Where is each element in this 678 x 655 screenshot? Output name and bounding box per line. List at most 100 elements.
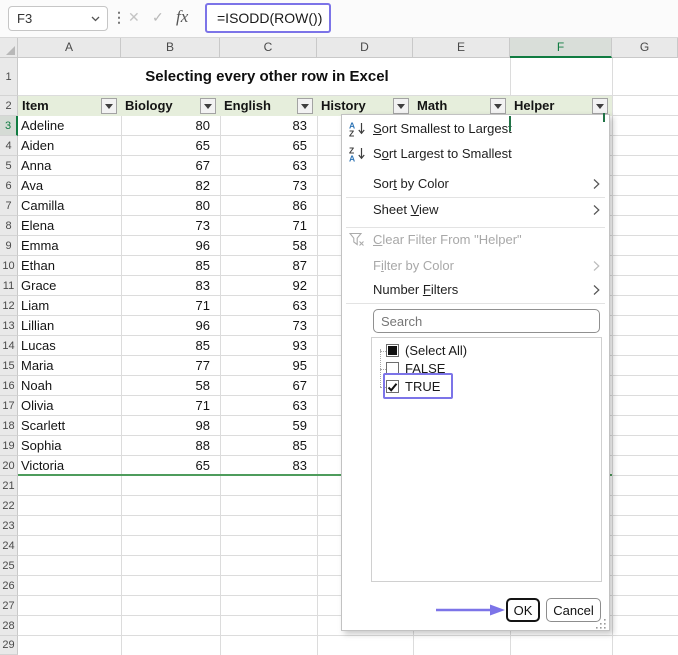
cell-A16[interactable]: Noah xyxy=(18,376,121,396)
row-header-8[interactable]: 8 xyxy=(0,216,18,236)
cell-A17[interactable]: Olivia xyxy=(18,396,121,416)
cell-C20[interactable]: 83 xyxy=(220,456,317,476)
cell-B20[interactable]: 65 xyxy=(121,456,220,476)
cell-A4[interactable]: Aiden xyxy=(18,136,121,156)
cell-C14[interactable]: 93 xyxy=(220,336,317,356)
row-header-20[interactable]: 20 xyxy=(0,456,18,476)
row-header-5[interactable]: 5 xyxy=(0,156,18,176)
row-header-2[interactable]: 2 xyxy=(0,96,18,116)
row-header-17[interactable]: 17 xyxy=(0,396,18,416)
cell-B17[interactable]: 71 xyxy=(121,396,220,416)
cell-A19[interactable]: Sophia xyxy=(18,436,121,456)
cell-A14[interactable]: Lucas xyxy=(18,336,121,356)
cell-B19[interactable]: 88 xyxy=(121,436,220,456)
cell-B13[interactable]: 96 xyxy=(121,316,220,336)
filter-button-biology[interactable] xyxy=(200,98,216,114)
cell-B12[interactable]: 71 xyxy=(121,296,220,316)
column-header-G[interactable]: G xyxy=(612,38,678,58)
cell-B9[interactable]: 96 xyxy=(121,236,220,256)
row-header-22[interactable]: 22 xyxy=(0,496,18,516)
cell-B8[interactable]: 73 xyxy=(121,216,220,236)
cell-A9[interactable]: Emma xyxy=(18,236,121,256)
column-header-B[interactable]: B xyxy=(121,38,220,58)
ok-button[interactable]: OK xyxy=(506,598,540,622)
cell-C18[interactable]: 59 xyxy=(220,416,317,436)
cell-B18[interactable]: 98 xyxy=(121,416,220,436)
row-header-26[interactable]: 26 xyxy=(0,576,18,596)
row-header-24[interactable]: 24 xyxy=(0,536,18,556)
row-header-11[interactable]: 11 xyxy=(0,276,18,296)
row-header-12[interactable]: 12 xyxy=(0,296,18,316)
cell-C13[interactable]: 73 xyxy=(220,316,317,336)
menu-item-sort-smallest-to-largest[interactable]: AZSort Smallest to Largest xyxy=(342,118,609,140)
cell-A11[interactable]: Grace xyxy=(18,276,121,296)
row-header-7[interactable]: 7 xyxy=(0,196,18,216)
row-header-4[interactable]: 4 xyxy=(0,136,18,156)
filter-button-math[interactable] xyxy=(490,98,506,114)
search-input[interactable] xyxy=(373,309,600,333)
row-header-3[interactable]: 3 xyxy=(0,116,18,136)
cancel-button[interactable]: Cancel xyxy=(546,598,601,622)
cell-B3[interactable]: 80 xyxy=(121,116,220,136)
cancel-x-icon[interactable]: ✕ xyxy=(128,9,140,26)
cell-B6[interactable]: 82 xyxy=(121,176,220,196)
cell-B11[interactable]: 83 xyxy=(121,276,220,296)
row-header-16[interactable]: 16 xyxy=(0,376,18,396)
filter-button-history[interactable] xyxy=(393,98,409,114)
cell-C6[interactable]: 73 xyxy=(220,176,317,196)
column-header-D[interactable]: D xyxy=(317,38,413,58)
row-header-9[interactable]: 9 xyxy=(0,236,18,256)
column-header-C[interactable]: C xyxy=(220,38,317,58)
row-header-19[interactable]: 19 xyxy=(0,436,18,456)
cell-A13[interactable]: Lillian xyxy=(18,316,121,336)
column-header-E[interactable]: E xyxy=(413,38,510,58)
cell-C9[interactable]: 58 xyxy=(220,236,317,256)
column-header-A[interactable]: A xyxy=(18,38,121,58)
menu-item-sort-by-color[interactable]: Sort by Color xyxy=(342,173,609,195)
cell-B15[interactable]: 77 xyxy=(121,356,220,376)
cell-C3[interactable]: 83 xyxy=(220,116,317,136)
cell-C11[interactable]: 92 xyxy=(220,276,317,296)
cell-B4[interactable]: 65 xyxy=(121,136,220,156)
cell-A3[interactable]: Adeline xyxy=(18,116,121,136)
enter-check-icon[interactable]: ✓ xyxy=(152,9,164,26)
cell-A10[interactable]: Ethan xyxy=(18,256,121,276)
row-header-13[interactable]: 13 xyxy=(0,316,18,336)
cell-C7[interactable]: 86 xyxy=(220,196,317,216)
filter-button-helper[interactable] xyxy=(592,98,608,114)
row-header-10[interactable]: 10 xyxy=(0,256,18,276)
cell-B14[interactable]: 85 xyxy=(121,336,220,356)
cell-A18[interactable]: Scarlett xyxy=(18,416,121,436)
cell-C17[interactable]: 63 xyxy=(220,396,317,416)
formula-bar-dots-icon[interactable]: ⋮ xyxy=(112,9,126,26)
column-header-F[interactable]: F xyxy=(510,38,612,58)
row-header-28[interactable]: 28 xyxy=(0,616,18,636)
resize-grip[interactable] xyxy=(596,617,606,627)
row-header-15[interactable]: 15 xyxy=(0,356,18,376)
cell-C5[interactable]: 63 xyxy=(220,156,317,176)
row-header-6[interactable]: 6 xyxy=(0,176,18,196)
menu-item-number-filters[interactable]: Number Filters xyxy=(342,279,609,301)
cell-C10[interactable]: 87 xyxy=(220,256,317,276)
formula-input[interactable]: =ISODD(ROW()) xyxy=(205,3,331,33)
cell-A6[interactable]: Ava xyxy=(18,176,121,196)
cell-C19[interactable]: 85 xyxy=(220,436,317,456)
row-header-21[interactable]: 21 xyxy=(0,476,18,496)
filter-button-english[interactable] xyxy=(297,98,313,114)
cell-B7[interactable]: 80 xyxy=(121,196,220,216)
menu-item-sheet-view[interactable]: Sheet View xyxy=(342,199,609,221)
insert-function-fx-icon[interactable]: fx xyxy=(176,7,188,27)
row-header-1[interactable]: 1 xyxy=(0,58,18,96)
cell-A20[interactable]: Victoria xyxy=(18,456,121,476)
cell-C4[interactable]: 65 xyxy=(220,136,317,156)
cell-C12[interactable]: 63 xyxy=(220,296,317,316)
filter-value-selectall[interactable]: (Select All) xyxy=(372,342,601,360)
cell-C16[interactable]: 67 xyxy=(220,376,317,396)
cell-A8[interactable]: Elena xyxy=(18,216,121,236)
name-box[interactable]: F3 xyxy=(8,6,108,31)
row-header-14[interactable]: 14 xyxy=(0,336,18,356)
row-header-29[interactable]: 29 xyxy=(0,636,18,655)
cell-C8[interactable]: 71 xyxy=(220,216,317,236)
cell-B16[interactable]: 58 xyxy=(121,376,220,396)
cell-C15[interactable]: 95 xyxy=(220,356,317,376)
